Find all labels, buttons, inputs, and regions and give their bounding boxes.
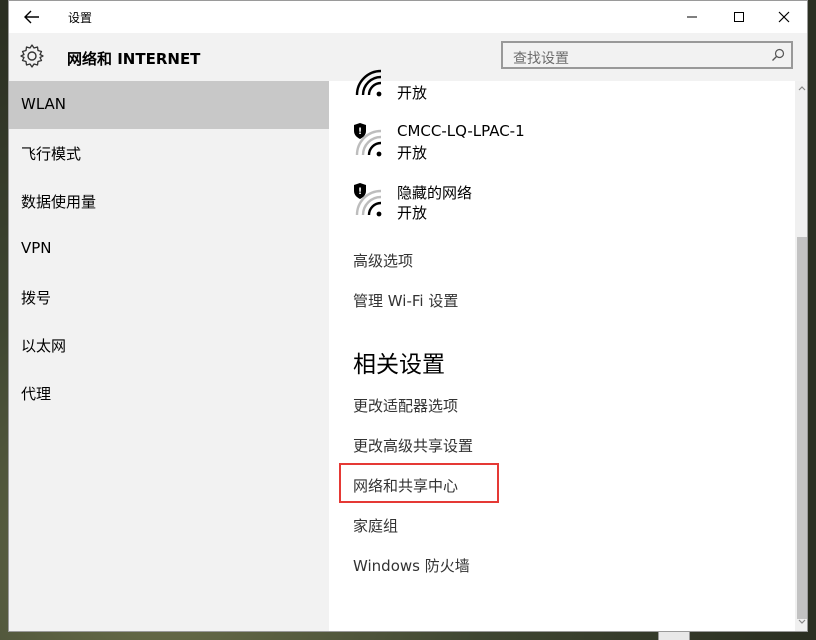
maximize-icon [734, 12, 744, 22]
sidebar-item-label: WLAN [21, 95, 67, 113]
sidebar-item-data-usage[interactable]: 数据使用量 [9, 177, 329, 225]
back-button[interactable] [21, 7, 43, 27]
svg-text:!: ! [358, 187, 362, 197]
main-content: 开放 ! CMCC-LQ-LPAC-1 开放 ! 隐藏的网络 开放 高级选项 管… [329, 69, 795, 631]
network-item[interactable]: 开放 [353, 63, 753, 107]
related-settings-heading: 相关设置 [353, 352, 445, 378]
sidebar-item-vpn[interactable]: VPN [9, 225, 329, 273]
gear-icon [20, 44, 44, 68]
sidebar-item-proxy[interactable]: 代理 [9, 369, 329, 417]
search-icon[interactable] [771, 48, 785, 62]
minimize-icon [687, 16, 697, 18]
wifi-icon [355, 69, 382, 97]
scroll-down-icon[interactable] [795, 613, 808, 629]
sidebar: WLAN 飞行模式 数据使用量 VPN 拨号 以太网 代理 [9, 81, 329, 631]
manage-wifi-link[interactable]: 管理 Wi-Fi 设置 [353, 290, 458, 311]
close-icon [778, 11, 790, 23]
sidebar-item-label: VPN [21, 239, 52, 257]
sidebar-item-airplane-mode[interactable]: 飞行模式 [9, 129, 329, 177]
close-button[interactable] [761, 1, 807, 33]
sidebar-item-label: 代理 [21, 385, 52, 403]
adapter-options-link[interactable]: 更改适配器选项 [353, 395, 458, 416]
advanced-sharing-link[interactable]: 更改高级共享设置 [353, 435, 473, 456]
sidebar-item-label: 数据使用量 [21, 193, 97, 211]
svg-text:!: ! [358, 127, 362, 137]
sidebar-item-wlan[interactable]: WLAN [9, 81, 329, 129]
shield-icon: ! [354, 123, 366, 139]
network-status: 开放 [397, 144, 428, 162]
minimize-button[interactable] [669, 1, 715, 33]
app-title: 设置 [68, 11, 93, 25]
section-title: 网络和 INTERNET [67, 50, 201, 68]
network-status: 开放 [397, 204, 428, 222]
network-status: 开放 [397, 84, 428, 102]
scrollbar[interactable] [795, 81, 808, 631]
title-bar: 设置 [9, 1, 807, 33]
network-name: CMCC-LQ-LPAC-1 [397, 122, 525, 140]
sidebar-item-label: 拨号 [21, 289, 52, 307]
scrollbar-thumb[interactable] [797, 237, 807, 619]
advanced-options-link[interactable]: 高级选项 [353, 250, 413, 271]
desktop-plus-tab [658, 632, 690, 640]
sidebar-item-dialup[interactable]: 拨号 [9, 273, 329, 321]
network-name: 隐藏的网络 [397, 184, 473, 202]
windows-firewall-link[interactable]: Windows 防火墙 [353, 555, 470, 576]
scroll-up-icon[interactable] [795, 81, 808, 97]
sidebar-item-label: 以太网 [21, 337, 67, 355]
highlight-box [339, 463, 499, 503]
maximize-button[interactable] [716, 1, 762, 33]
sidebar-item-label: 飞行模式 [21, 145, 82, 163]
shield-icon: ! [354, 183, 366, 199]
homegroup-link[interactable]: 家庭组 [353, 515, 398, 536]
settings-window: 设置 网络和 INTERNET 查找设置 WLAN 飞行模式 数据使用量 VPN [8, 0, 808, 632]
back-arrow-icon [24, 10, 39, 24]
sidebar-item-ethernet[interactable]: 以太网 [9, 321, 329, 369]
network-item[interactable]: ! 隐藏的网络 开放 [353, 183, 753, 227]
network-item[interactable]: ! CMCC-LQ-LPAC-1 开放 [353, 122, 753, 167]
